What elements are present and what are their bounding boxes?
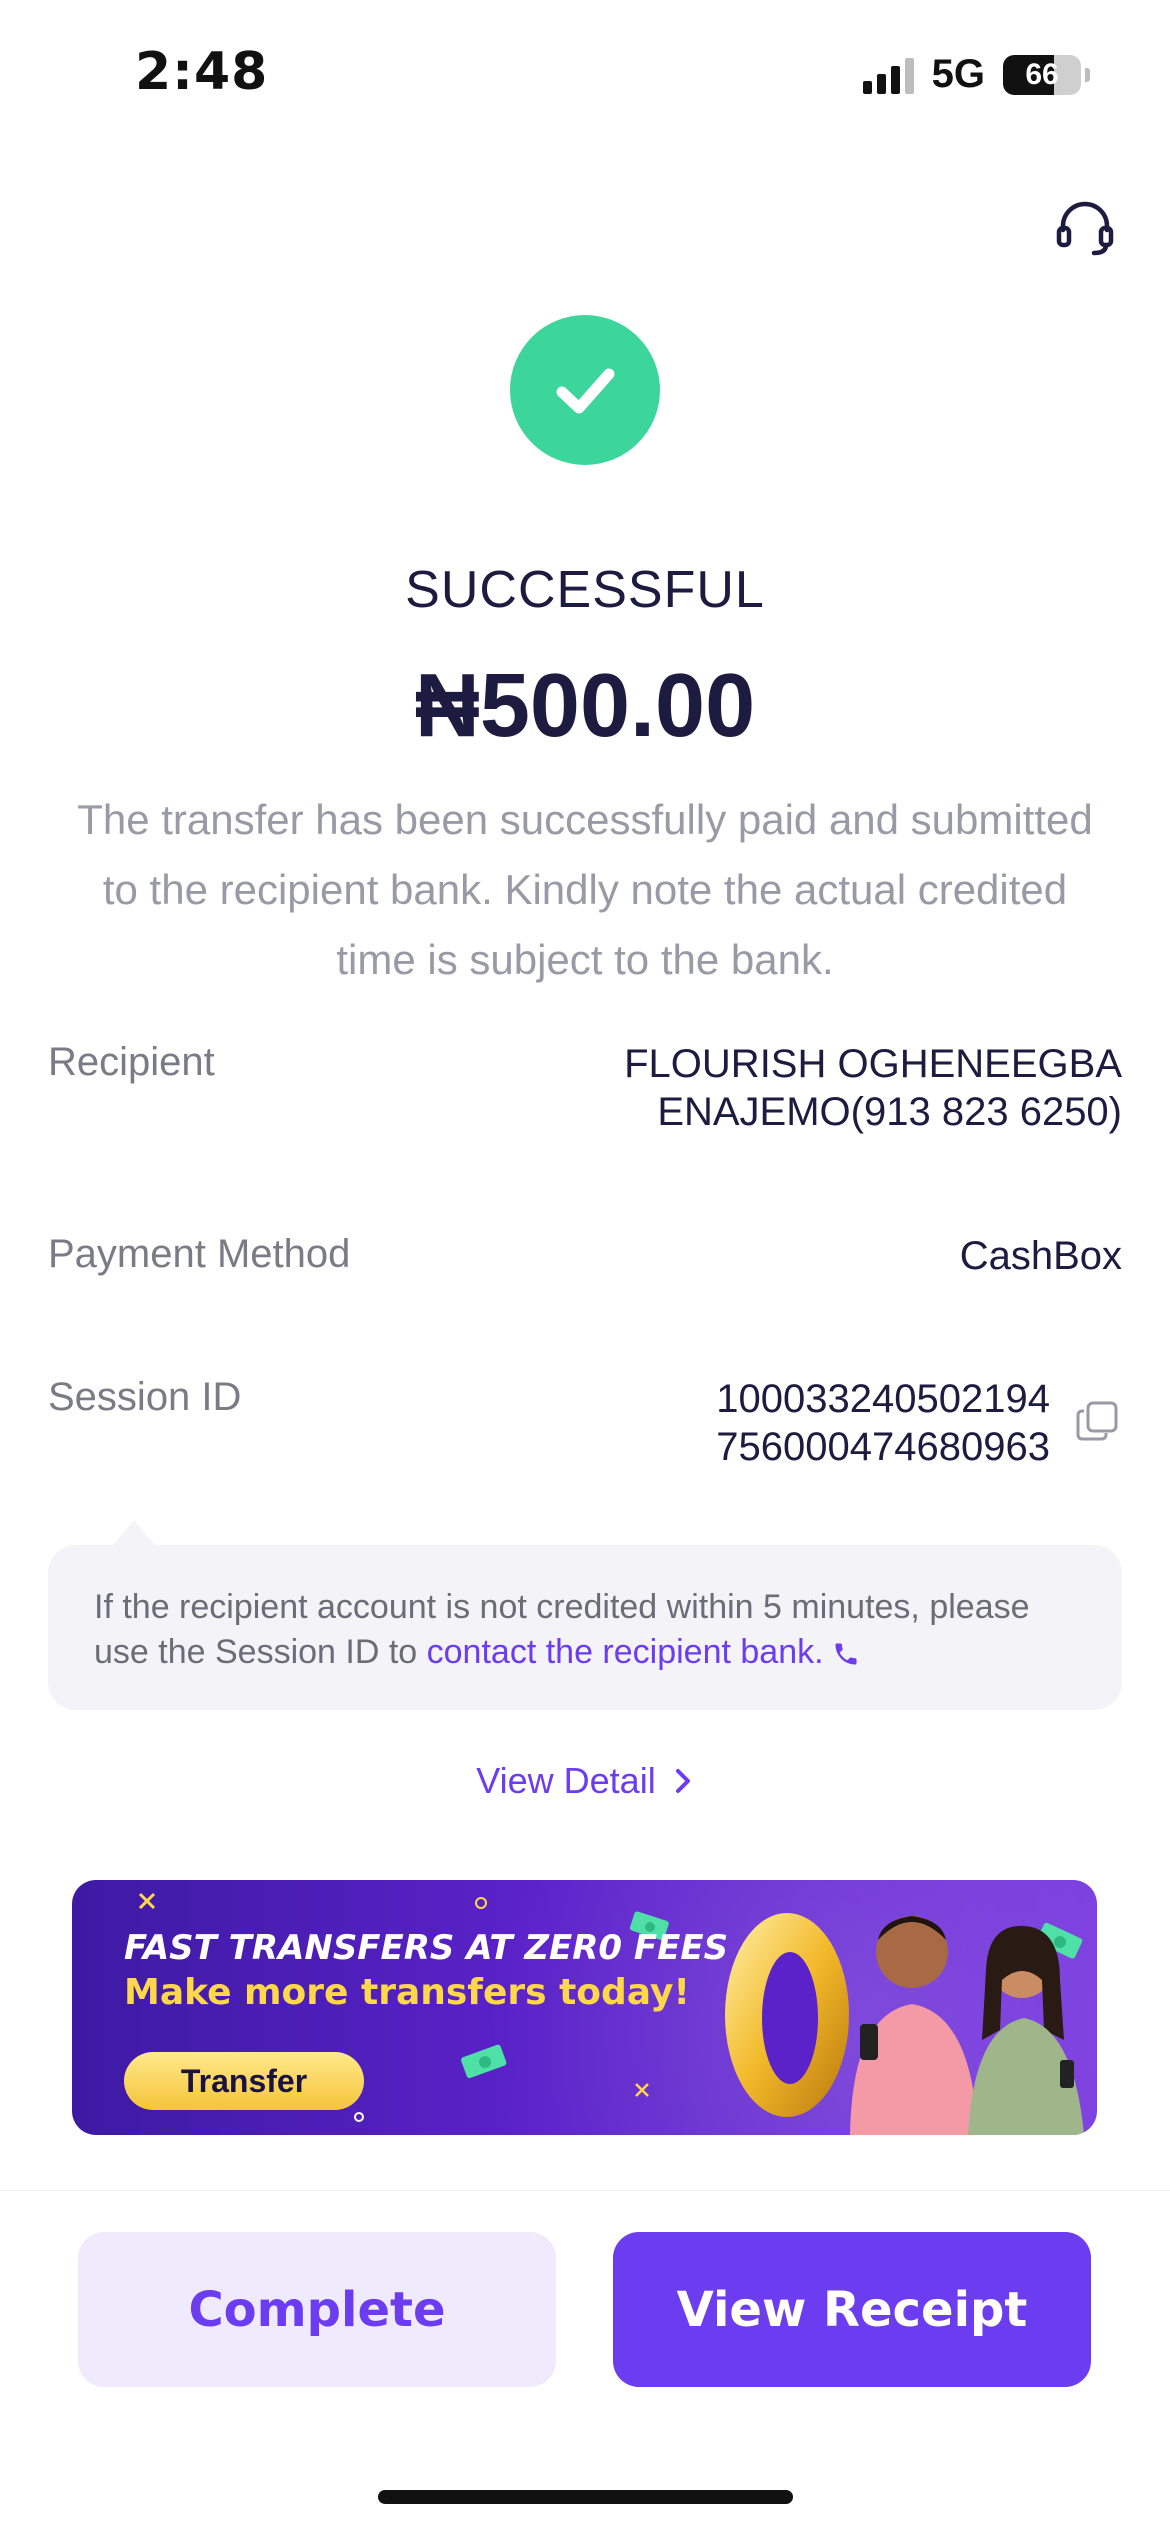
recipient-name: FLOURISH OGHENEEGBA: [624, 1042, 1122, 1086]
network-type: 5G: [931, 52, 985, 96]
battery-cap: [1085, 67, 1090, 82]
session-id-row: Session ID 100033240502194 7560004746809…: [48, 1375, 1122, 1485]
session-id-notice: If the recipient account is not credited…: [48, 1545, 1122, 1710]
success-check-icon: [510, 315, 660, 465]
banner-transfer-button[interactable]: Transfer: [124, 2052, 364, 2110]
recipient-row: Recipient FLOURISH OGHENEEGBA ENAJEMO(91…: [48, 1040, 1122, 1140]
sparkle-icon: [635, 2083, 649, 2097]
chevron-right-icon: [675, 1769, 690, 1793]
recipient-label: Recipient: [48, 1040, 215, 1084]
notice-pointer: [112, 1520, 156, 1546]
recipient-value: FLOURISH OGHENEEGBA ENAJEMO(913 823 6250…: [624, 1040, 1122, 1136]
support-button[interactable]: [1050, 192, 1120, 262]
copy-session-id-button[interactable]: [1074, 1397, 1122, 1445]
session-id-value: 100033240502194 756000474680963: [716, 1375, 1050, 1471]
signal-icon: [862, 56, 914, 94]
payment-method-label: Payment Method: [48, 1232, 351, 1276]
home-indicator[interactable]: [378, 2490, 793, 2504]
phone-icon[interactable]: [832, 1640, 860, 1668]
copy-icon: [1076, 1401, 1118, 1441]
payment-method-value: CashBox: [959, 1234, 1122, 1278]
checkmark-icon: [556, 368, 615, 414]
status-bar: 2:48 5G 66: [0, 0, 1170, 150]
status-indicators: 5G 66: [862, 52, 1090, 97]
view-receipt-button[interactable]: View Receipt: [613, 2232, 1091, 2387]
session-id-label: Session ID: [48, 1375, 242, 1419]
payment-method-row: Payment Method CashBox: [48, 1232, 1122, 1292]
view-detail-label: View Detail: [476, 1760, 656, 1801]
woman-with-phone-image: [968, 1925, 1084, 2135]
circle-decoration-icon: [475, 1897, 487, 1909]
recipient-account: ENAJEMO(913 823 6250): [657, 1090, 1122, 1134]
complete-button[interactable]: Complete: [78, 2232, 556, 2387]
status-time: 2:48: [135, 42, 269, 102]
cash-icon: [461, 2044, 507, 2079]
status-description: The transfer has been successfully paid …: [77, 796, 1093, 983]
view-detail-link[interactable]: View Detail: [0, 1760, 1170, 1802]
circle-decoration-icon: [354, 2112, 364, 2122]
banner-subheadline: Make more transfers today!: [124, 1972, 690, 2013]
session-id-part1: 100033240502194: [716, 1377, 1050, 1421]
headset-icon: [1056, 201, 1114, 256]
session-id-part2: 756000474680963: [716, 1425, 1050, 1469]
transfer-amount: ₦500.00: [414, 656, 756, 756]
status-title: SUCCESSFUL: [405, 561, 765, 619]
battery-level: 66: [1025, 57, 1059, 91]
contact-bank-link[interactable]: contact the recipient bank.: [427, 1633, 824, 1671]
sparkle-icon: [138, 1892, 156, 1910]
promo-banner[interactable]: FAST TRANSFERS AT ZER0 FEES Make more tr…: [72, 1880, 1097, 2135]
battery-icon: 66: [1003, 54, 1081, 95]
banner-headline: FAST TRANSFERS AT ZER0 FEES: [124, 1928, 729, 1968]
